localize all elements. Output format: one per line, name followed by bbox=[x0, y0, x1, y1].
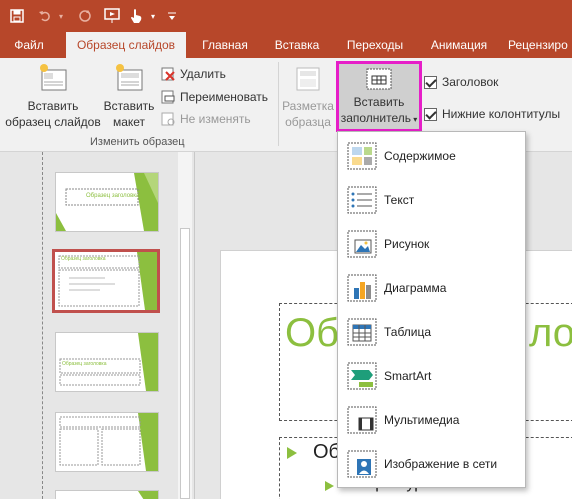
tab-home[interactable]: Главная bbox=[192, 32, 258, 58]
bullet-1-icon bbox=[287, 447, 297, 459]
slide-thumbnail-selected[interactable]: Образец заголовка bbox=[52, 249, 160, 313]
title-bar: ▾ ▾ bbox=[0, 0, 572, 32]
insert-placeholder-menu: Содержимое Текст Рисунок Диаграмма Табли… bbox=[337, 131, 526, 488]
tab-transitions[interactable]: Переходы bbox=[336, 32, 414, 58]
title-checkbox[interactable] bbox=[424, 75, 437, 89]
insert-layout-icon bbox=[112, 62, 146, 94]
menu-item-label: Содержимое bbox=[384, 149, 456, 163]
insert-placeholder-label-1: Вставить bbox=[353, 95, 405, 109]
menu-item-label: Мультимедиа bbox=[384, 413, 460, 427]
insert-slide-master-label-1: Вставить bbox=[27, 99, 79, 113]
master-layout-label-1: Разметка bbox=[282, 99, 334, 113]
menu-item-label: SmartArt bbox=[384, 369, 432, 383]
preserve-icon bbox=[160, 111, 176, 127]
preserve-label: Не изменять bbox=[180, 112, 251, 126]
present-from-start-icon[interactable] bbox=[102, 6, 124, 26]
insert-layout-button[interactable]: Вставить макет bbox=[102, 62, 156, 130]
tab-file[interactable]: Файл bbox=[4, 32, 54, 58]
undo-icon[interactable] bbox=[36, 6, 54, 26]
thumbnails-scrollbar-thumb[interactable] bbox=[180, 228, 190, 499]
menu-item-smartart[interactable]: SmartArt bbox=[338, 356, 525, 396]
online-image-placeholder-icon bbox=[347, 450, 377, 478]
menu-item-media[interactable]: Мультимедиа bbox=[338, 400, 525, 440]
thumbnail-title: Образец заголовка bbox=[86, 193, 140, 199]
title-checkbox-row[interactable]: Заголовок bbox=[424, 72, 498, 92]
insert-slide-master-label-2: образец слайдов bbox=[5, 115, 101, 129]
ribbon-tabs: Файл Образец слайдов Главная Вставка Пер… bbox=[0, 32, 572, 58]
menu-item-label: Рисунок bbox=[384, 237, 430, 251]
insert-layout-label-1: Вставить bbox=[103, 99, 155, 113]
tab-review[interactable]: Рецензиро bbox=[508, 32, 572, 58]
menu-item-chart[interactable]: Диаграмма bbox=[338, 268, 525, 308]
bullet-2-icon bbox=[325, 481, 334, 491]
media-placeholder-icon bbox=[347, 406, 377, 434]
insert-slide-master-button[interactable]: Вставить образец слайдов bbox=[4, 62, 102, 130]
menu-item-content[interactable]: Содержимое bbox=[338, 136, 525, 176]
hierarchy-line bbox=[42, 152, 43, 499]
menu-item-label: Изображение в сети bbox=[384, 457, 498, 471]
smartart-placeholder-icon bbox=[347, 362, 377, 390]
footers-checkbox[interactable] bbox=[424, 107, 437, 121]
redo-icon[interactable] bbox=[76, 6, 94, 26]
insert-placeholder-button[interactable]: Вставить заполнитель ▾ bbox=[336, 61, 422, 132]
thumbnail-title: Образец заголовка bbox=[62, 361, 107, 367]
rename-label: Переименовать bbox=[180, 90, 268, 104]
menu-item-label: Диаграмма bbox=[384, 281, 447, 295]
delete-button[interactable]: Удалить bbox=[160, 64, 226, 84]
slide-thumbnail[interactable] bbox=[55, 490, 159, 499]
master-layout-icon bbox=[291, 62, 325, 94]
footers-checkbox-label: Нижние колонтитулы bbox=[442, 107, 561, 121]
menu-item-text[interactable]: Текст bbox=[338, 180, 525, 220]
slide-thumbnail[interactable]: Образец заголовка bbox=[55, 332, 159, 392]
slide-thumbnails-pane: Образец заголовка Образец заголовка Обра… bbox=[0, 152, 195, 499]
tab-animations[interactable]: Анимация bbox=[420, 32, 498, 58]
slide-thumbnail[interactable]: Образец заголовка bbox=[55, 172, 159, 232]
insert-placeholder-label-2: заполнитель ▾ bbox=[341, 110, 418, 128]
content-placeholder-icon bbox=[347, 142, 377, 170]
insert-layout-label-2: макет bbox=[112, 115, 146, 129]
ribbon-separator bbox=[278, 62, 279, 146]
rename-icon bbox=[160, 89, 176, 105]
text-placeholder-icon bbox=[347, 186, 377, 214]
master-layout-label-2: образца bbox=[285, 115, 331, 129]
insert-placeholder-icon bbox=[364, 66, 394, 92]
save-icon[interactable] bbox=[8, 6, 26, 26]
slide-title-text-right: лог bbox=[529, 311, 572, 355]
menu-item-label: Текст bbox=[384, 193, 415, 207]
customize-qat-icon[interactable] bbox=[166, 6, 178, 26]
picture-placeholder-icon bbox=[347, 230, 377, 258]
tab-slide-master[interactable]: Образец слайдов bbox=[66, 32, 186, 58]
menu-item-online-image[interactable]: Изображение в сети bbox=[338, 444, 525, 484]
insert-slide-master-icon bbox=[36, 62, 70, 94]
delete-label: Удалить bbox=[180, 67, 226, 81]
chevron-down-icon: ▾ bbox=[411, 115, 418, 124]
table-placeholder-icon bbox=[347, 318, 377, 346]
preserve-button[interactable]: Не изменять bbox=[160, 109, 251, 129]
undo-dropdown-icon[interactable]: ▾ bbox=[56, 6, 66, 26]
slide-thumbnail[interactable] bbox=[55, 412, 159, 472]
master-layout-button[interactable]: Разметка образца bbox=[280, 62, 336, 130]
group-label-edit-master: Изменить образец bbox=[90, 136, 185, 148]
menu-item-label: Таблица bbox=[384, 325, 432, 339]
menu-item-table[interactable]: Таблица bbox=[338, 312, 525, 352]
bullet-1-text: Об bbox=[313, 441, 341, 463]
insert-placeholder-label-text: заполнитель bbox=[340, 111, 412, 125]
title-checkbox-label: Заголовок bbox=[442, 75, 499, 89]
footers-checkbox-row[interactable]: Нижние колонтитулы bbox=[424, 104, 560, 124]
touch-mode-icon[interactable] bbox=[126, 6, 146, 26]
thumbnail-title: Образец заголовка bbox=[61, 256, 106, 262]
chart-placeholder-icon bbox=[347, 274, 377, 302]
rename-button[interactable]: Переименовать bbox=[160, 87, 268, 107]
touch-dropdown-icon[interactable]: ▾ bbox=[148, 6, 158, 26]
tab-insert[interactable]: Вставка bbox=[264, 32, 330, 58]
menu-item-picture[interactable]: Рисунок bbox=[338, 224, 525, 264]
delete-icon bbox=[160, 66, 176, 82]
